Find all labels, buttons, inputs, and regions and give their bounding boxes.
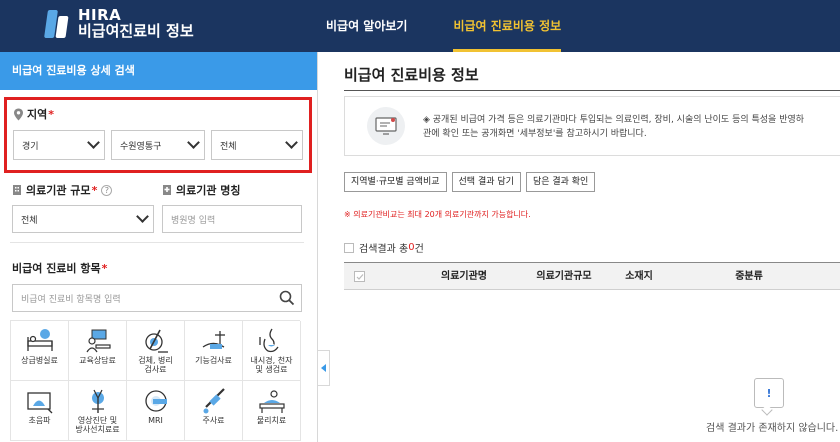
select-all-checkbox[interactable] <box>354 271 365 282</box>
panel-collapse-toggle[interactable] <box>318 350 330 386</box>
physical-therapy-icon <box>258 390 285 413</box>
chevron-down-icon <box>285 136 298 149</box>
category-function-test[interactable]: 기능검사료 <box>185 321 243 381</box>
search-panel-title: 비급여 진료비용 상세 검색 <box>0 52 317 90</box>
nav-noncovered-cost-info[interactable]: 비급여 진료비용 정보 <box>453 0 561 52</box>
divider <box>10 242 304 243</box>
item-category-grid: 상급병실료 교육상담료 검체, 병리 검사료 기능검사료 내시경, 천자 및 생… <box>10 320 301 441</box>
mri-icon <box>144 390 167 412</box>
function-test-icon <box>202 331 225 349</box>
items-label: 비급여 진료비 항목 * <box>12 261 108 276</box>
notice-text: ◈ 공개된 비급여 가격 등은 의료기관마다 투입되는 의료인력, 장비, 시술… <box>423 115 805 140</box>
nav-about-noncovered[interactable]: 비급여 알아보기 <box>326 0 407 52</box>
subdistrict-select[interactable]: 전체 <box>211 130 303 160</box>
syringe-icon <box>203 388 225 414</box>
results-panel: 비급여 진료비용 정보 ◈ 공개된 비급여 가격 등은 의료기관마다 투입되는 … <box>330 52 840 442</box>
lab-test-icon <box>144 329 168 353</box>
logo-text-ko: 비급여진료비 정보 <box>78 22 194 40</box>
category-endoscopy[interactable]: 내시경, 천자 및 생검료 <box>243 321 301 381</box>
category-counseling[interactable]: 교육상담료 <box>69 321 127 381</box>
chevron-down-icon <box>187 136 200 149</box>
radiology-icon <box>91 389 104 413</box>
hospital-bed-icon <box>26 329 53 351</box>
col-institution-scale[interactable]: 의료기관규모 <box>519 263 609 291</box>
category-lab-test[interactable]: 검체, 병리 검사료 <box>127 321 185 381</box>
notice-box: ◈ 공개된 비급여 가격 등은 의료기관마다 투입되는 의료인력, 장비, 시술… <box>344 96 840 156</box>
empty-notice-icon: ! <box>754 378 784 408</box>
scale-label: 의료기관 규모 * ? <box>12 182 113 198</box>
chevron-down-icon <box>136 210 149 223</box>
empty-results-text: 검색 결과가 존재하지 않습니다. <box>706 423 839 434</box>
category-room-fee[interactable]: 상급병실료 <box>11 321 69 381</box>
item-search-input[interactable]: 비급여 진료비 항목명 입력 <box>12 284 302 312</box>
building-icon <box>13 185 21 195</box>
compare-limit-warning: ※ 의료기관비교는 최대 20개 의료기관까지 가능합니다. <box>344 210 531 219</box>
collapse-arrow-icon <box>321 364 326 372</box>
help-icon[interactable]: ? <box>101 184 113 196</box>
hira-logo[interactable]: HIRA 비급여진료비 정보 <box>44 7 194 40</box>
hospital-icon <box>163 185 171 195</box>
compare-by-region-button[interactable]: 지역별·규모별 금액비교 <box>344 172 447 192</box>
result-count-checkbox-icon <box>344 242 354 253</box>
check-icon <box>356 273 363 280</box>
col-subcategory[interactable]: 중분류 <box>689 263 809 291</box>
ultrasound-icon <box>26 392 52 414</box>
category-ultrasound[interactable]: 초음파 <box>11 381 69 441</box>
search-icon[interactable] <box>279 290 295 306</box>
hira-logo-mark-icon <box>44 8 70 40</box>
chevron-down-icon <box>87 136 100 149</box>
institution-name-input[interactable]: 병원명 입력 <box>162 205 302 233</box>
category-mri[interactable]: MRI <box>127 381 185 441</box>
main-nav: 비급여 알아보기 비급여 진료비용 정보 <box>326 0 607 52</box>
region-filter-highlight: 지역 * 경기 수원영통구 전체 <box>4 97 312 173</box>
district-select[interactable]: 수원영통구 <box>111 130 205 160</box>
top-header: HIRA 비급여진료비 정보 비급여 알아보기 비급여 진료비용 정보 <box>0 0 840 52</box>
search-panel: 비급여 진료비용 상세 검색 지역 * 경기 수원영통구 전체 의료기관 규모 * … <box>0 52 318 442</box>
counseling-icon <box>85 329 111 353</box>
location-pin-icon <box>14 108 23 120</box>
scale-select[interactable]: 전체 <box>12 205 154 233</box>
col-institution-name[interactable]: 의료기관명 <box>404 263 524 291</box>
region-label: 지역 * <box>13 106 54 122</box>
institution-name-label: 의료기관 명칭 <box>162 182 241 198</box>
view-saved-button[interactable]: 담은 결과 확인 <box>525 172 596 192</box>
category-radiology[interactable]: 영상진단 및 방사선치료료 <box>69 381 127 441</box>
notice-monitor-icon <box>367 107 405 145</box>
title-underline <box>344 90 840 91</box>
province-select[interactable]: 경기 <box>13 130 105 160</box>
endoscope-icon <box>258 328 279 353</box>
results-table-header: 의료기관명 의료기관규모 소재지 중분류 <box>344 262 840 290</box>
save-selection-button[interactable]: 선택 결과 담기 <box>451 172 521 192</box>
col-location[interactable]: 소재지 <box>599 263 679 291</box>
category-injection[interactable]: 주사료 <box>185 381 243 441</box>
result-count: 검색결과 총 0건 <box>344 240 424 255</box>
category-physical-therapy[interactable]: 물리치료 <box>243 381 301 441</box>
action-buttons: 지역별·규모별 금액비교 선택 결과 담기 담은 결과 확인 <box>344 172 600 192</box>
page-title: 비급여 진료비용 정보 <box>344 66 479 84</box>
